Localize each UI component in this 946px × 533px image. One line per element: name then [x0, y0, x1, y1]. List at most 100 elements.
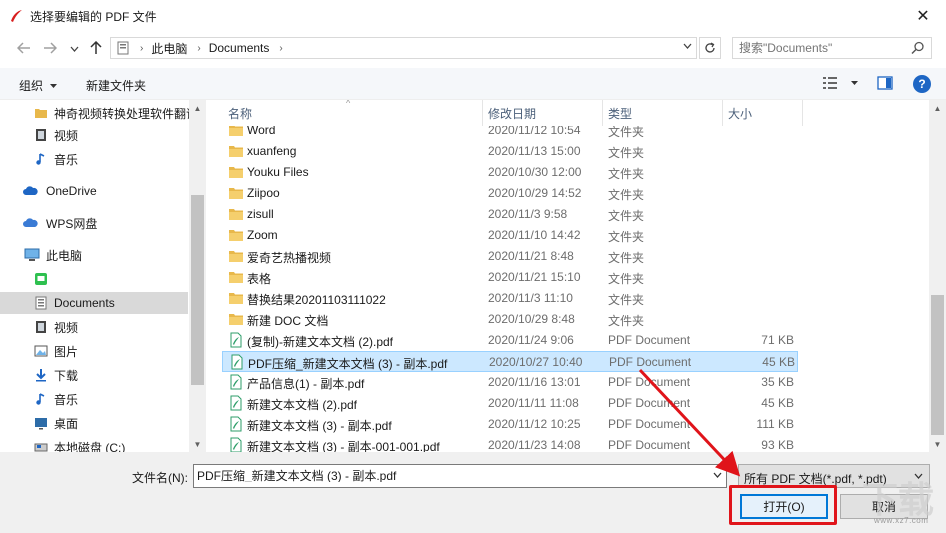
- folder-icon: [228, 143, 244, 159]
- music-icon: [33, 391, 49, 407]
- nav-item-desktop[interactable]: 桌面: [0, 412, 188, 434]
- filename-combobox[interactable]: [193, 464, 727, 488]
- cloud-icon: [22, 183, 38, 199]
- pdf-file-icon: [228, 395, 244, 411]
- nav-item-videos[interactable]: 视频: [0, 124, 188, 146]
- refresh-button[interactable]: [699, 37, 721, 59]
- nav-item-label: 视频: [54, 128, 79, 143]
- table-row[interactable]: 产品信息(1) - 副本.pdf 2020/11/16 13:01 PDF Docu…: [222, 372, 798, 393]
- preview-pane-button[interactable]: [877, 75, 893, 94]
- file-name: Zoom: [247, 228, 278, 242]
- scroll-down-icon[interactable]: ▼: [189, 436, 206, 452]
- nav-item-downloads[interactable]: 下载: [0, 364, 188, 386]
- chevron-down-icon[interactable]: [683, 41, 692, 52]
- table-row[interactable]: Word 2020/11/12 10:54 文件夹: [222, 126, 798, 141]
- nav-item-wps-cloud[interactable]: WPS网盘: [0, 212, 188, 234]
- table-row[interactable]: PDF压缩_新建文本文档 (3) - 副本.pdf 2020/10/27 10:4…: [222, 351, 798, 372]
- table-row[interactable]: 表格 2020/11/21 15:10 文件夹: [222, 267, 798, 288]
- file-date: 2020/10/27 10:40: [489, 355, 583, 369]
- scroll-up-icon[interactable]: ▲: [929, 100, 946, 116]
- table-row[interactable]: 新建文本文档 (2).pdf 2020/11/11 11:08 PDF Docume…: [222, 393, 798, 414]
- table-row[interactable]: xuanfeng 2020/11/13 15:00 文件夹: [222, 141, 798, 162]
- filename-input[interactable]: [197, 468, 702, 482]
- search-box[interactable]: [732, 37, 932, 59]
- file-name: zisull: [247, 207, 274, 221]
- nav-item-folder[interactable]: 神奇视频转换处理软件翻译: [0, 102, 198, 124]
- nav-item-music[interactable]: 音乐: [0, 148, 188, 170]
- table-row[interactable]: 新建 DOC 文档 2020/10/29 8:48 文件夹: [222, 309, 798, 330]
- column-header-size[interactable]: 大小: [728, 100, 752, 126]
- organize-label: 组织: [19, 79, 44, 93]
- file-list-scrollbar[interactable]: ▲ ▼: [929, 100, 946, 452]
- file-date: 2020/10/29 14:52: [488, 186, 582, 200]
- column-header-name[interactable]: 名称: [228, 100, 252, 126]
- scroll-up-icon[interactable]: ▲: [189, 100, 206, 116]
- file-type: PDF Document: [609, 355, 692, 369]
- search-icon[interactable]: [911, 41, 925, 58]
- documents-icon: [33, 295, 49, 311]
- up-arrow-icon[interactable]: [86, 38, 106, 58]
- nav-item-label: Documents: [54, 296, 115, 310]
- table-row[interactable]: 新建文本文档 (3) - 副本.pdf 2020/11/12 10:25 PDF D…: [222, 414, 798, 435]
- column-header-date[interactable]: 修改日期: [488, 100, 536, 126]
- table-row[interactable]: Zoom 2020/11/10 14:42 文件夹: [222, 225, 798, 246]
- file-date: 2020/11/21 8:48: [488, 249, 574, 263]
- column-divider[interactable]: [482, 100, 483, 126]
- scroll-down-icon[interactable]: ▼: [929, 436, 946, 452]
- open-button[interactable]: 打开(O): [740, 494, 828, 519]
- table-row[interactable]: Youku Files 2020/10/30 12:00 文件夹: [222, 162, 798, 183]
- nav-scrollbar[interactable]: ▲ ▼: [189, 100, 206, 452]
- file-type: 文件夹: [608, 314, 645, 328]
- cancel-button[interactable]: 取消: [840, 494, 928, 519]
- new-folder-button[interactable]: 新建文件夹: [86, 77, 146, 94]
- file-size: 35 KB: [761, 375, 794, 389]
- nav-item-videos-pc[interactable]: 视频: [0, 316, 188, 338]
- sort-up-icon: ^: [346, 100, 351, 108]
- back-arrow-icon[interactable]: [14, 38, 34, 58]
- file-list-scroll-thumb[interactable]: [931, 295, 944, 435]
- forward-arrow-icon[interactable]: [40, 38, 60, 58]
- filetype-select[interactable]: 所有 PDF 文档(*.pdf, *.pdt): [738, 464, 930, 488]
- breadcrumb-this-pc[interactable]: 此电脑: [151, 40, 187, 57]
- nav-item-local-disk[interactable]: 本地磁盘 (C:): [0, 436, 188, 452]
- nav-item-pictures[interactable]: 图片: [0, 340, 188, 362]
- video-icon: [33, 127, 49, 143]
- nav-item-label: 下载: [54, 368, 79, 383]
- nav-item-onedrive[interactable]: OneDrive: [0, 180, 188, 202]
- table-row[interactable]: 新建文本文档 (3) - 副本-001-001.pdf 2020/11/23 14…: [222, 435, 798, 452]
- table-row[interactable]: 替换结果20201103111022 2020/11/3 11:10 文件夹: [222, 288, 798, 309]
- change-view-button[interactable]: [822, 76, 859, 90]
- nav-scroll-thumb[interactable]: [191, 195, 204, 385]
- recent-dropdown-icon[interactable]: [64, 39, 84, 59]
- file-name: 新建文本文档 (3) - 副本-001-001.pdf: [247, 440, 440, 452]
- column-divider[interactable]: [802, 100, 803, 126]
- organize-button[interactable]: 组织: [19, 77, 58, 94]
- table-row[interactable]: zisull 2020/11/3 9:58 文件夹: [222, 204, 798, 225]
- dialog-footer: 文件名(N): 所有 PDF 文档(*.pdf, *.pdt) 打开(O) 取消: [0, 452, 946, 533]
- pdf-file-icon: [229, 354, 245, 370]
- nav-item-this-pc[interactable]: 此电脑: [0, 244, 188, 266]
- close-button[interactable]: ✕: [900, 0, 946, 32]
- address-bar[interactable]: › 此电脑 › Documents ›: [110, 37, 697, 59]
- help-button[interactable]: ?: [913, 75, 931, 93]
- nav-item-documents[interactable]: Documents: [0, 292, 188, 314]
- table-row[interactable]: (复制)-新建文本文档 (2).pdf 2020/11/24 9:06 PDF Do…: [222, 330, 798, 351]
- search-input[interactable]: [739, 41, 909, 55]
- breadcrumb-documents[interactable]: Documents: [209, 41, 270, 55]
- preview-pane-icon: [877, 76, 893, 90]
- table-row[interactable]: 爱奇艺热播视频 2020/11/21 8:48 文件夹: [222, 246, 798, 267]
- column-divider[interactable]: [602, 100, 603, 126]
- chevron-down-icon[interactable]: [713, 470, 722, 481]
- file-date: 2020/11/12 10:54: [488, 126, 581, 137]
- pdf-file-icon: [228, 437, 244, 452]
- column-divider[interactable]: [722, 100, 723, 126]
- file-type: PDF Document: [608, 375, 691, 389]
- column-header-type[interactable]: 类型: [608, 100, 632, 126]
- pdf-file-icon: [228, 374, 244, 390]
- file-name: xuanfeng: [247, 144, 297, 158]
- table-row[interactable]: Ziipoo 2020/10/29 14:52 文件夹: [222, 183, 798, 204]
- chevron-right-icon: ›: [197, 42, 201, 54]
- pdf-file-icon: [228, 332, 244, 348]
- nav-item-app[interactable]: [0, 268, 188, 290]
- nav-item-music-pc[interactable]: 音乐: [0, 388, 188, 410]
